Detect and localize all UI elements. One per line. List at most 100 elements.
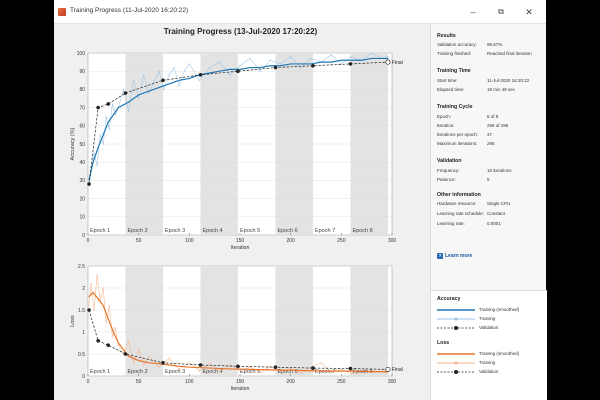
epoch-label: Epoch 7 bbox=[315, 228, 335, 234]
smoothed-point bbox=[219, 70, 221, 72]
training-point bbox=[168, 357, 170, 359]
smoothed-point bbox=[92, 161, 94, 163]
smoothed-point bbox=[270, 65, 271, 67]
training-point bbox=[117, 344, 119, 346]
row-value: 19 min 48 sec bbox=[487, 87, 516, 92]
row-key: Patience: bbox=[437, 177, 456, 182]
orange-solid-line-icon bbox=[437, 353, 475, 355]
training-point bbox=[143, 364, 145, 366]
row-value: 37 bbox=[487, 132, 493, 137]
training-point bbox=[279, 63, 282, 65]
row-key: Iteration: bbox=[437, 123, 455, 128]
training-point bbox=[148, 355, 150, 357]
training-point bbox=[111, 335, 113, 337]
row-key: Training finished: bbox=[437, 51, 472, 56]
smoothed-point bbox=[97, 147, 99, 148]
training-point bbox=[127, 340, 130, 342]
training-cycle-row: Epoch: 8 of 8 bbox=[437, 114, 545, 122]
validation-marker bbox=[348, 62, 353, 66]
dashed-line-marker-icon bbox=[437, 370, 475, 374]
training-point bbox=[259, 70, 261, 72]
y-tick-label: 1 bbox=[82, 330, 85, 336]
training-cycle-heading: Training Cycle bbox=[437, 104, 473, 110]
training-time-row: Start time: 11-Jul-2020 16:20:22 bbox=[437, 78, 545, 86]
validation-marker bbox=[96, 105, 100, 110]
training-point bbox=[93, 309, 95, 311]
training-point bbox=[320, 362, 322, 364]
training-point bbox=[133, 79, 135, 81]
y-tick-label: 80 bbox=[79, 87, 85, 93]
row-key: Learning rate: bbox=[437, 221, 465, 226]
x-tick-label: 100 bbox=[185, 238, 194, 244]
legend-label: Training (smoothed) bbox=[479, 351, 520, 356]
legend-item-training: Training bbox=[437, 315, 543, 323]
training-point bbox=[239, 370, 241, 372]
training-point bbox=[219, 371, 221, 373]
smoothed-point bbox=[270, 369, 271, 371]
epoch-label: Epoch 3 bbox=[165, 369, 185, 375]
smoothed-point bbox=[371, 371, 373, 372]
training-point bbox=[114, 114, 116, 116]
y-axis-label: Loss bbox=[70, 315, 76, 327]
plot-area: Training Progress (13-Jul-2020 17:20:22)… bbox=[54, 24, 427, 400]
light-orange-line-icon bbox=[437, 361, 475, 365]
smoothed-point bbox=[107, 318, 109, 320]
x-tick-label: 0 bbox=[87, 238, 90, 244]
y-tick-label: 40 bbox=[79, 160, 85, 166]
legend-label: Validation bbox=[479, 325, 499, 330]
smoothed-point bbox=[310, 63, 312, 65]
smoothed-point bbox=[320, 61, 322, 63]
smoothed-point bbox=[300, 63, 302, 65]
results-heading: Results bbox=[437, 33, 456, 39]
training-point bbox=[138, 97, 140, 100]
smoothed-point bbox=[189, 78, 190, 79]
row-value: 296 bbox=[487, 141, 495, 146]
y-tick-label: 50 bbox=[79, 142, 85, 148]
smoothed-point bbox=[351, 59, 352, 61]
legend-panel: Accuracy Training (smoothed) Training Va… bbox=[431, 290, 547, 400]
training-point bbox=[93, 152, 95, 154]
y-tick-label: 0 bbox=[82, 374, 85, 380]
y-tick-label: 20 bbox=[79, 196, 85, 202]
training-point bbox=[96, 274, 98, 276]
training-point bbox=[249, 57, 251, 60]
validation-marker bbox=[348, 366, 353, 371]
validation-heading: Validation bbox=[437, 158, 462, 164]
row-key: Validation accuracy: bbox=[437, 42, 477, 47]
training-point bbox=[290, 56, 292, 58]
row-value: 296 of 296 bbox=[487, 123, 509, 128]
legend-label: Training bbox=[479, 316, 496, 321]
smoothed-point bbox=[168, 83, 170, 85]
legend-item-validation: Validation bbox=[437, 368, 543, 376]
smoothed-point bbox=[118, 342, 119, 344]
row-value: 96.67% bbox=[487, 42, 503, 47]
maximize-button[interactable]: ⧉ bbox=[492, 5, 510, 19]
smoothed-point bbox=[371, 58, 373, 59]
training-point bbox=[387, 56, 389, 58]
row-key: Iterations per epoch: bbox=[437, 132, 479, 137]
smoothed-point bbox=[97, 298, 99, 300]
smoothed-point bbox=[280, 65, 281, 67]
epoch-label: Epoch 6 bbox=[277, 228, 297, 234]
row-key: Frequency: bbox=[437, 168, 460, 173]
x-tick-label: 50 bbox=[136, 379, 142, 385]
close-button[interactable]: ✕ bbox=[520, 5, 538, 19]
x-tick-label: 250 bbox=[337, 238, 346, 244]
minimize-button[interactable]: – bbox=[464, 5, 482, 19]
learn-more-label: Learn more bbox=[445, 253, 473, 259]
smoothed-point bbox=[330, 61, 332, 63]
row-value: 10 iterations bbox=[487, 168, 512, 173]
smoothed-point bbox=[123, 349, 124, 350]
training-point bbox=[269, 59, 271, 61]
x-axis-label: Iteration bbox=[231, 245, 250, 251]
training-point bbox=[188, 362, 190, 364]
training-point bbox=[148, 92, 150, 94]
training-time-heading: Training Time bbox=[437, 68, 471, 74]
training-point bbox=[300, 372, 302, 374]
smoothed-point bbox=[310, 370, 312, 372]
smoothed-point bbox=[138, 360, 139, 361]
learn-more-link[interactable]: ? Learn more bbox=[437, 253, 472, 259]
epoch-band bbox=[350, 266, 388, 376]
validation-marker bbox=[273, 365, 278, 369]
smoothed-point bbox=[148, 90, 150, 92]
